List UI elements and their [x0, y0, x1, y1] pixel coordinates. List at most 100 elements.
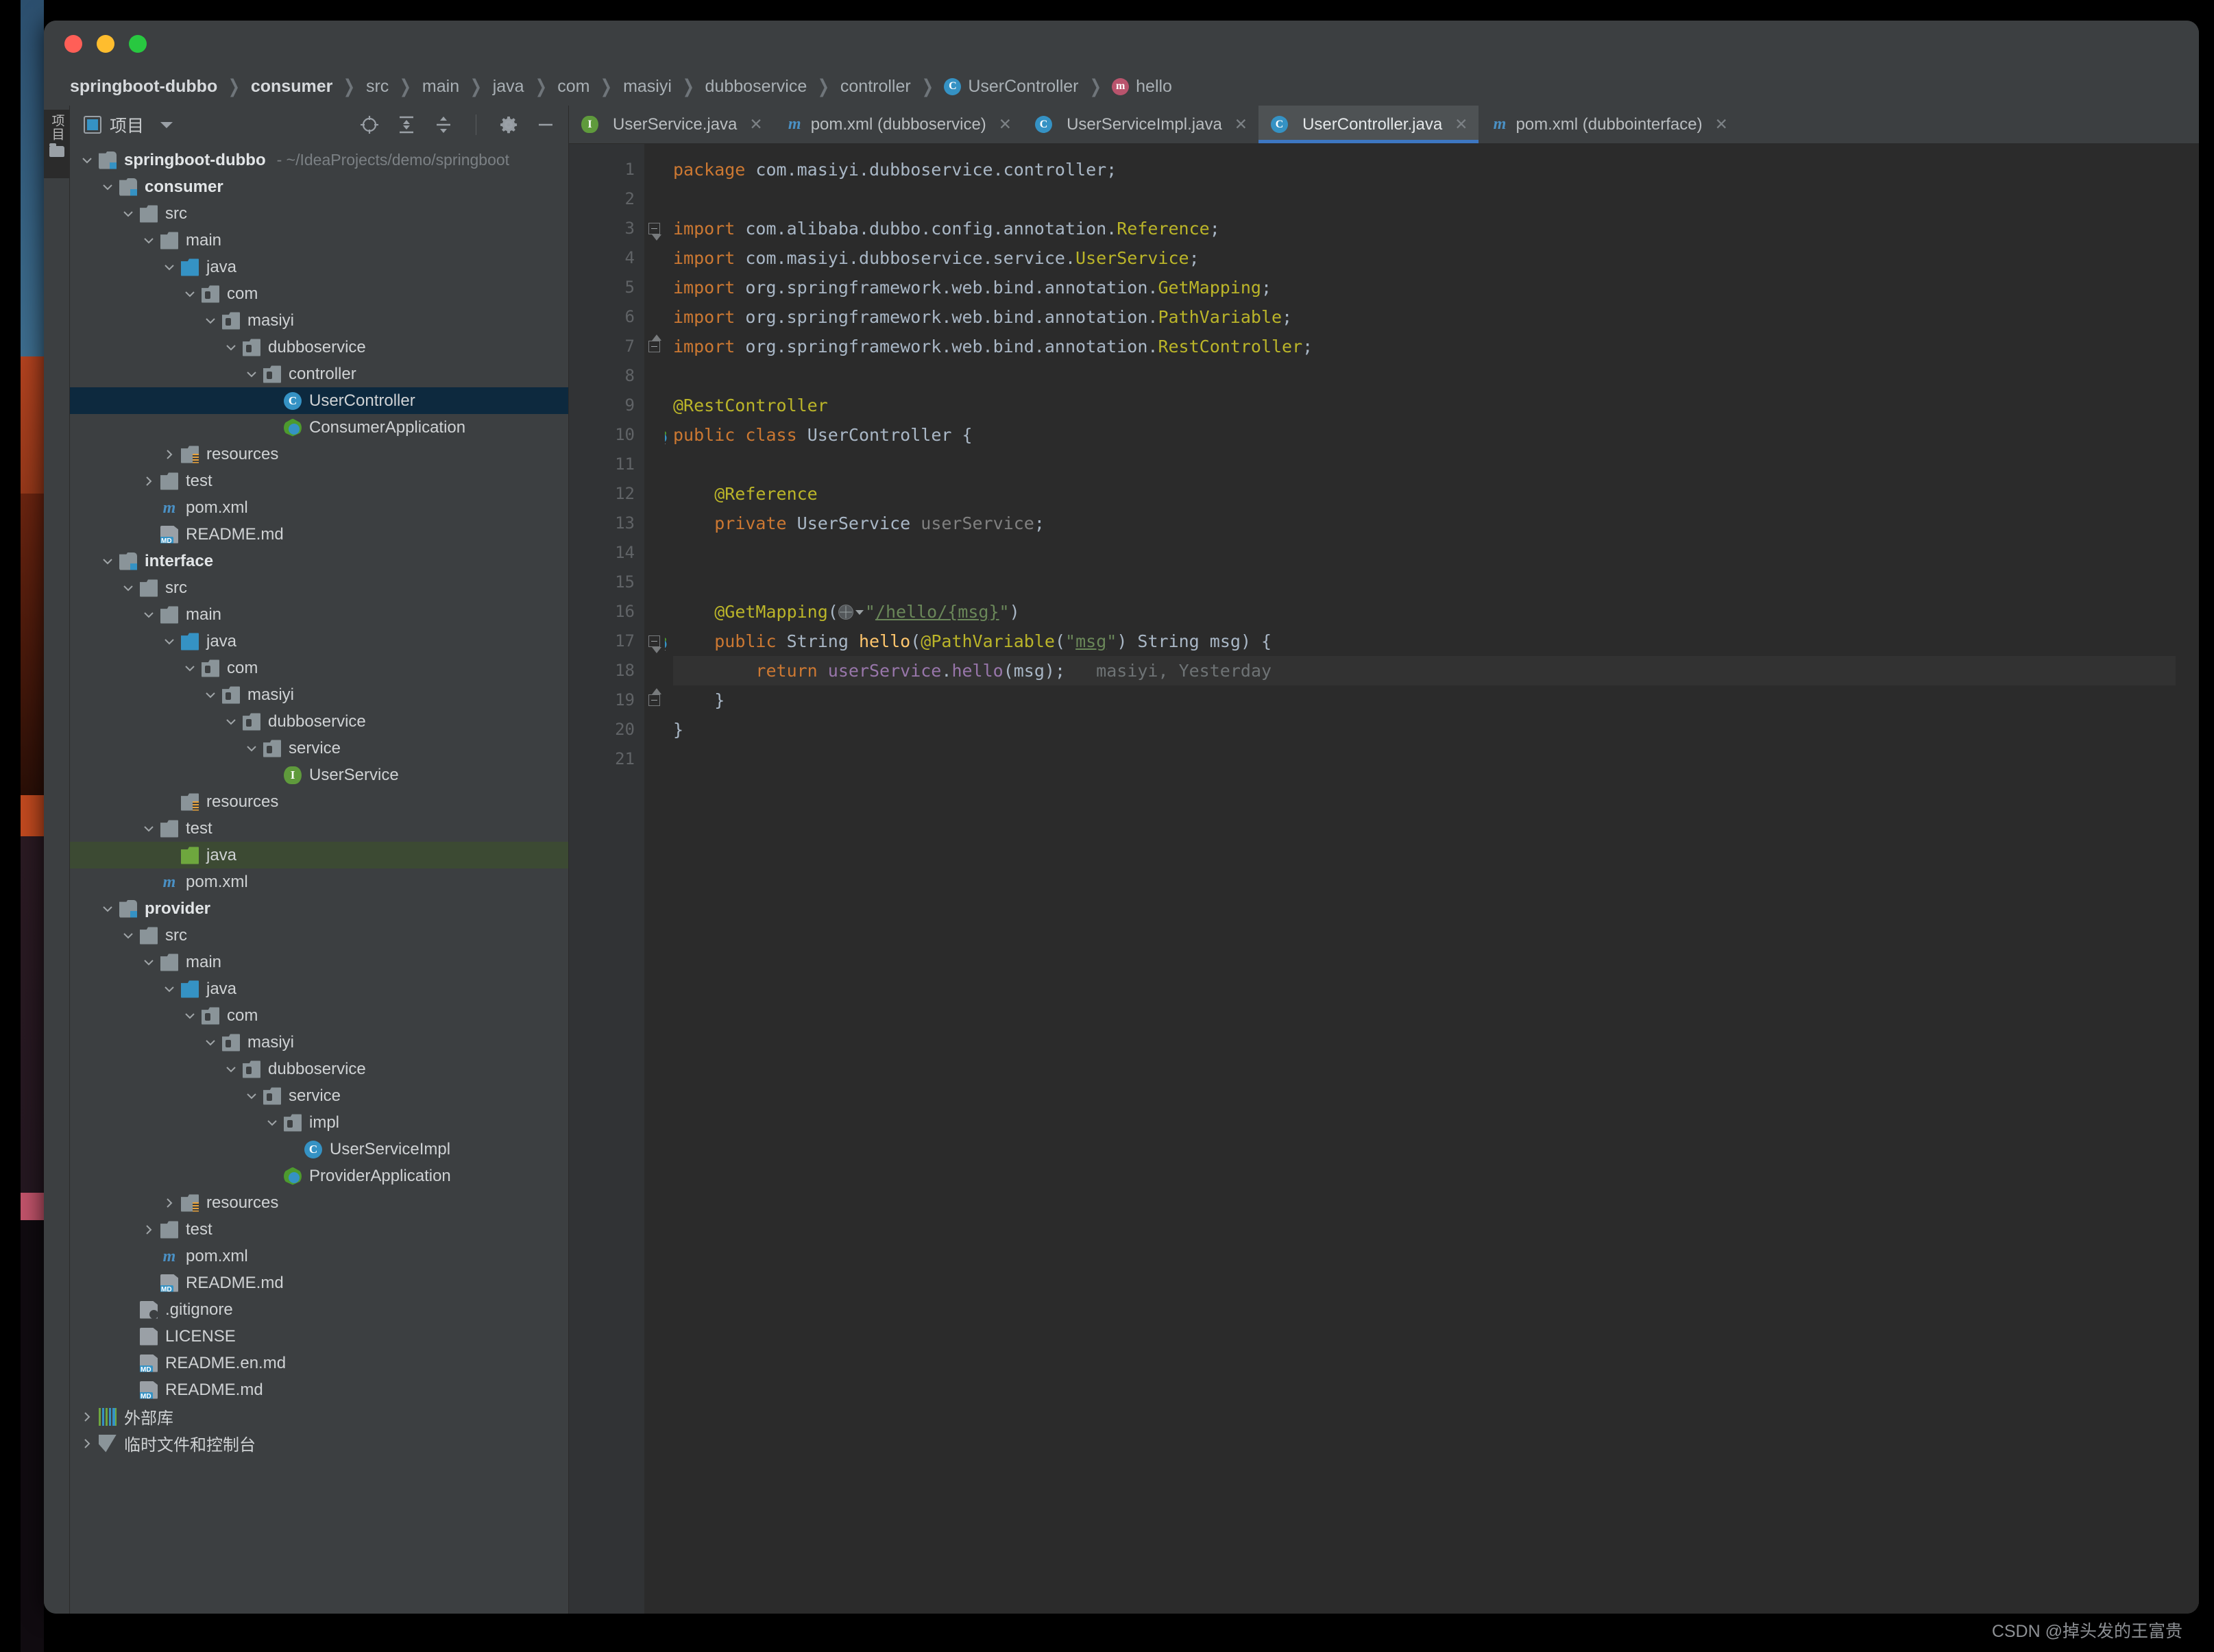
- close-icon[interactable]: ✕: [1455, 115, 1468, 134]
- code-line[interactable]: import com.masiyi.dubboservice.service.U…: [673, 243, 2176, 273]
- minimize-window-button[interactable]: [97, 35, 114, 53]
- tree-item-userserviceimpl[interactable]: C UserServiceImpl: [70, 1136, 568, 1163]
- tree-item-main[interactable]: main: [70, 227, 568, 254]
- chevron-down-icon[interactable]: [203, 1035, 218, 1050]
- breadcrumb-item-com[interactable]: com: [557, 77, 589, 97]
- tree-item-resources[interactable]: resources: [70, 1189, 568, 1216]
- close-icon[interactable]: ✕: [1715, 115, 1728, 134]
- chevron-down-icon[interactable]: [162, 260, 177, 275]
- tree-item-src[interactable]: src: [70, 574, 568, 601]
- expand-all-icon[interactable]: [396, 114, 417, 135]
- tree-item-java[interactable]: java: [70, 628, 568, 655]
- tree-item-license[interactable]: LICENSE: [70, 1323, 568, 1350]
- breadcrumb-item-controller[interactable]: controller: [840, 77, 911, 97]
- tree-item-com[interactable]: com: [70, 280, 568, 307]
- locate-icon[interactable]: [359, 114, 380, 135]
- tree-item-masiyi[interactable]: masiyi: [70, 1029, 568, 1056]
- tree-item-java[interactable]: java: [70, 842, 568, 868]
- tree-item-test[interactable]: test: [70, 1216, 568, 1243]
- tree-item-service[interactable]: service: [70, 735, 568, 762]
- chevron-down-icon[interactable]: [244, 741, 259, 756]
- tree-item-dubboservice[interactable]: dubboservice: [70, 334, 568, 361]
- chevron-down-icon[interactable]: [160, 121, 173, 128]
- chevron-down-icon[interactable]: [203, 688, 218, 703]
- tree-item-consumerapplication[interactable]: ConsumerApplication: [70, 414, 568, 441]
- breadcrumb-item-module[interactable]: consumer: [251, 77, 332, 97]
- close-icon[interactable]: ✕: [749, 115, 762, 134]
- code-line[interactable]: [673, 538, 2176, 568]
- breadcrumb-item-masiyi[interactable]: masiyi: [623, 77, 672, 97]
- tree-item-临时文件和控制台[interactable]: 临时文件和控制台: [70, 1430, 568, 1457]
- tree-item-com[interactable]: com: [70, 1002, 568, 1029]
- code-line[interactable]: return userService.hello(msg); masiyi, Y…: [673, 656, 2176, 685]
- code-line[interactable]: [673, 568, 2176, 597]
- editor-tab-userservice-java[interactable]: I UserService.java ✕: [569, 106, 774, 143]
- breadcrumb-item-class[interactable]: C UserController: [944, 77, 1079, 97]
- tree-item-外部库[interactable]: 外部库: [70, 1403, 568, 1430]
- code-line[interactable]: package com.masiyi.dubboservice.controll…: [673, 155, 2176, 184]
- chevron-down-icon[interactable]: [244, 1089, 259, 1104]
- tree-item-usercontroller[interactable]: C UserController: [70, 387, 568, 414]
- tree-item-pom-xml[interactable]: m pom.xml: [70, 868, 568, 895]
- tree-item-src[interactable]: src: [70, 922, 568, 949]
- chevron-right-icon[interactable]: [141, 1222, 156, 1237]
- tool-window-button-project[interactable]: 项目: [44, 110, 70, 178]
- fold-toggle-icon[interactable]: [648, 341, 660, 352]
- tree-item-interface[interactable]: interface: [70, 548, 568, 574]
- chevron-down-icon[interactable]: [80, 153, 95, 168]
- editor-tab-pom-xml--dubbointerface-[interactable]: m pom.xml (dubbointerface) ✕: [1479, 106, 1738, 143]
- close-icon[interactable]: ✕: [1234, 115, 1248, 134]
- tree-item-userservice[interactable]: I UserService: [70, 762, 568, 788]
- chevron-down-icon[interactable]: [141, 821, 156, 836]
- chevron-down-icon[interactable]: [100, 554, 115, 569]
- tree-item-readme-md[interactable]: README.md: [70, 1270, 568, 1296]
- chevron-down-icon[interactable]: [182, 287, 197, 302]
- tree-item-readme-md[interactable]: README.md: [70, 521, 568, 548]
- code-line[interactable]: public class UserController {: [673, 420, 2176, 450]
- tree-item-masiyi[interactable]: masiyi: [70, 681, 568, 708]
- chevron-down-icon[interactable]: [100, 901, 115, 916]
- chevron-down-icon[interactable]: [223, 340, 239, 355]
- tree-item-controller[interactable]: controller: [70, 361, 568, 387]
- minimize-icon[interactable]: [535, 114, 556, 135]
- chevron-down-icon[interactable]: [141, 233, 156, 248]
- code-line[interactable]: @GetMapping("/hello/{msg}"): [673, 597, 2176, 627]
- tree-item-pom-xml[interactable]: m pom.xml: [70, 494, 568, 521]
- tree-item-readme-md[interactable]: README.md: [70, 1376, 568, 1403]
- chevron-down-icon[interactable]: [121, 928, 136, 943]
- code-editor[interactable]: 12345678910e11121314151617e18192021 pack…: [569, 144, 2199, 1614]
- breadcrumb-item-main[interactable]: main: [422, 77, 459, 97]
- chevron-right-icon[interactable]: [162, 447, 177, 462]
- chevron-right-icon[interactable]: [80, 1436, 95, 1451]
- tree-item-test[interactable]: test: [70, 815, 568, 842]
- chevron-down-icon[interactable]: [223, 1062, 239, 1077]
- tree-item-dubboservice[interactable]: dubboservice: [70, 1056, 568, 1082]
- code-line[interactable]: [673, 450, 2176, 479]
- fold-toggle-icon[interactable]: [648, 223, 660, 234]
- chevron-down-icon[interactable]: [162, 982, 177, 997]
- code-content[interactable]: package com.masiyi.dubboservice.controll…: [665, 144, 2176, 1614]
- code-line[interactable]: [673, 184, 2176, 214]
- chevron-down-icon[interactable]: [121, 581, 136, 596]
- tree-item-main[interactable]: main: [70, 601, 568, 628]
- chevron-down-icon[interactable]: [855, 610, 864, 615]
- tree-item-readme-en-md[interactable]: README.en.md: [70, 1350, 568, 1376]
- editor-tab-pom-xml--dubboservice-[interactable]: m pom.xml (dubboservice) ✕: [774, 106, 1023, 143]
- web-endpoint-icon[interactable]: [838, 605, 853, 620]
- close-window-button[interactable]: [64, 35, 82, 53]
- fold-toggle-icon[interactable]: [648, 635, 660, 647]
- tree-item-consumer[interactable]: consumer: [70, 173, 568, 200]
- tree-item-com[interactable]: com: [70, 655, 568, 681]
- tree-item-main[interactable]: main: [70, 949, 568, 975]
- tree-item-resources[interactable]: resources: [70, 441, 568, 467]
- code-line[interactable]: import org.springframework.web.bind.anno…: [673, 273, 2176, 302]
- tree-item--gitignore[interactable]: .gitignore: [70, 1296, 568, 1323]
- tree-item-service[interactable]: service: [70, 1082, 568, 1109]
- project-tree[interactable]: springboot-dubbo - ~/IdeaProjects/demo/sp…: [70, 144, 568, 1614]
- code-line[interactable]: public String hello(@PathVariable("msg")…: [673, 627, 2176, 656]
- editor-tab-userserviceimpl-java[interactable]: C UserServiceImpl.java ✕: [1023, 106, 1258, 143]
- code-line[interactable]: import org.springframework.web.bind.anno…: [673, 302, 2176, 332]
- code-line[interactable]: @Reference: [673, 479, 2176, 509]
- chevron-down-icon[interactable]: [203, 313, 218, 328]
- gear-icon[interactable]: [498, 114, 519, 135]
